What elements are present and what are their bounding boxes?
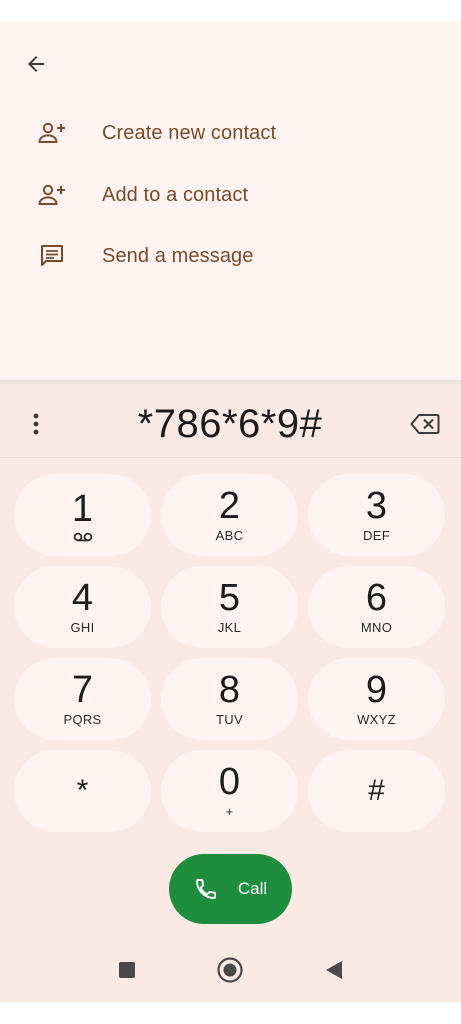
more-options-button[interactable] [20, 404, 52, 444]
key-digit: 9 [365, 669, 388, 711]
person-add-icon [36, 179, 68, 211]
key-digit: 8 [218, 669, 241, 711]
dialer-screen: Create new contact Add to a contact Send… [0, 0, 461, 1024]
key-digit: * [76, 774, 89, 807]
dialpad-key-7[interactable]: 7 PQRS [14, 658, 151, 740]
add-to-contact-label: Add to a contact [102, 183, 249, 206]
number-actions-panel: Create new contact Add to a contact Send… [0, 22, 461, 382]
dialpad-panel: *786*6*9# 1 2 ABC 3 DEF 4 GHI 5 JKL 6 MN… [0, 384, 461, 1002]
system-nav-bar [0, 940, 461, 1000]
back-nav-button[interactable] [316, 952, 352, 988]
key-digit: 3 [365, 485, 388, 527]
dialpad-key-8[interactable]: 8 TUV [161, 658, 298, 740]
home-circle-icon [217, 957, 243, 983]
key-letters: JKL [217, 620, 242, 635]
call-button[interactable]: Call [169, 854, 292, 924]
key-digit: 6 [365, 577, 388, 619]
key-digit: 4 [71, 577, 94, 619]
key-letters: TUV [216, 712, 243, 727]
message-icon [36, 240, 68, 272]
phone-icon [195, 879, 216, 899]
backspace-button[interactable] [404, 406, 446, 442]
dialpad-key-0[interactable]: 0 + [161, 750, 298, 832]
key-letters: WXYZ [357, 712, 396, 727]
recents-square-icon [119, 962, 135, 978]
key-letters: ABC [215, 528, 244, 543]
more-vert-icon [33, 413, 39, 435]
voicemail-icon [73, 532, 92, 541]
key-letters: DEF [363, 528, 390, 543]
key-letters: + [225, 804, 234, 819]
recents-button[interactable] [109, 952, 145, 988]
backspace-icon [410, 414, 440, 434]
person-add-icon [36, 117, 68, 149]
dialpad-key-2[interactable]: 2 ABC [161, 474, 298, 556]
create-new-contact-label: Create new contact [102, 121, 277, 144]
home-button[interactable] [212, 952, 248, 988]
back-button[interactable] [16, 44, 56, 84]
key-digit: 5 [218, 577, 241, 619]
dialpad-key-4[interactable]: 4 GHI [14, 566, 151, 648]
dialpad-key-5[interactable]: 5 JKL [161, 566, 298, 648]
send-message-action[interactable]: Send a message [0, 228, 461, 284]
create-new-contact-action[interactable]: Create new contact [0, 105, 461, 161]
display-divider [0, 457, 461, 458]
dialpad-key-3[interactable]: 3 DEF [308, 474, 445, 556]
dialpad-key-6[interactable]: 6 MNO [308, 566, 445, 648]
key-digit: 2 [218, 485, 241, 527]
dialpad-key-1[interactable]: 1 [14, 474, 151, 556]
key-digit: # [368, 774, 385, 807]
key-letters: MNO [360, 620, 393, 635]
back-triangle-icon [326, 961, 342, 979]
key-digit: 1 [71, 487, 94, 530]
add-to-contact-action[interactable]: Add to a contact [0, 167, 461, 223]
key-letters: GHI [70, 620, 95, 635]
send-message-label: Send a message [102, 244, 254, 267]
key-digit: 0 [218, 761, 241, 803]
arrow-back-icon [28, 56, 44, 72]
dialpad-key-9[interactable]: 9 WXYZ [308, 658, 445, 740]
key-digit: 7 [71, 669, 94, 711]
dialpad-key-pound[interactable]: # [308, 750, 445, 832]
key-letters: PQRS [63, 712, 102, 727]
dialed-number-display[interactable]: *786*6*9# [70, 394, 390, 454]
dialpad-key-star[interactable]: * [14, 750, 151, 832]
call-label: Call [237, 879, 268, 898]
